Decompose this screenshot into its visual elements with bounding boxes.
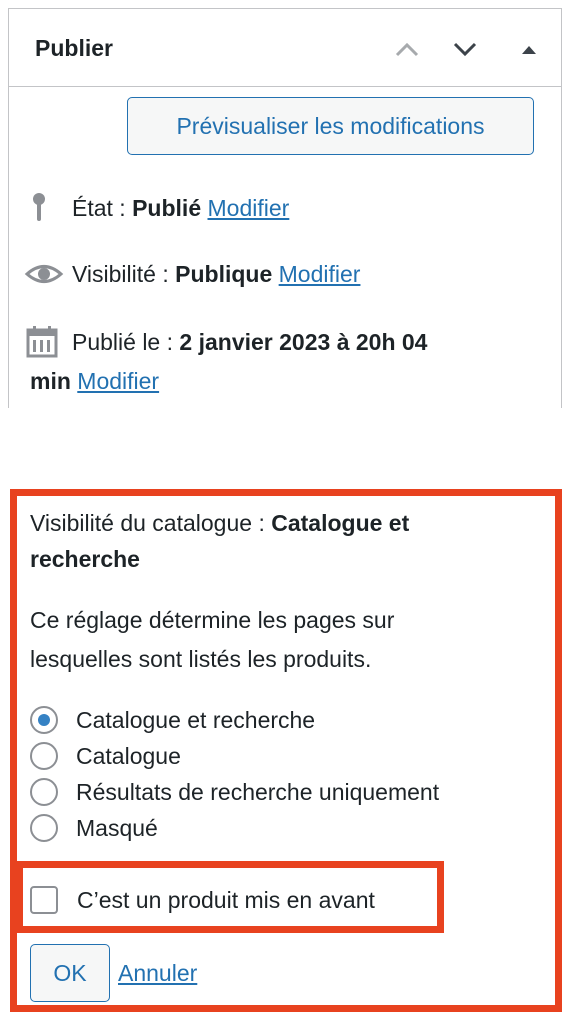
published-date: 2 janvier 2023 à 20h 04 xyxy=(179,329,428,355)
cancel-link[interactable]: Annuler xyxy=(118,954,197,992)
catalog-description-line1: Ce réglage détermine les pages sur xyxy=(30,607,395,633)
published-label: Publié le : xyxy=(72,329,180,355)
radio-option-catalog-search[interactable]: Catalogue et recherche xyxy=(30,703,315,737)
panel-header: Publier xyxy=(9,9,561,87)
catalog-visibility-value-cont: recherche xyxy=(30,546,140,572)
catalog-visibility-line1: Visibilité du catalogue : Catalogue et xyxy=(30,504,409,542)
radio-option-search-only[interactable]: Résultats de recherche uniquement xyxy=(30,775,439,809)
status-edit-link[interactable]: Modifier xyxy=(208,195,290,221)
radio-label: Catalogue et recherche xyxy=(76,706,316,733)
triangle-up-icon[interactable] xyxy=(511,31,547,67)
radio-label: Masqué xyxy=(76,814,158,841)
featured-checkbox[interactable] xyxy=(30,886,58,914)
radio-option-catalog[interactable]: Catalogue xyxy=(30,739,181,773)
preview-changes-button[interactable]: Prévisualiser les modifications xyxy=(127,97,534,155)
eye-icon xyxy=(24,255,64,304)
visibility-label: Visibilité : xyxy=(72,261,176,287)
radio-option-hidden[interactable]: Masqué xyxy=(30,811,158,845)
catalog-visibility-label: Visibilité du catalogue : xyxy=(30,510,272,536)
catalog-description-line2: lesquelles sont listés les produits. xyxy=(30,646,372,672)
radio-button[interactable] xyxy=(30,742,58,770)
ok-button[interactable]: OK xyxy=(30,944,110,1002)
pin-icon xyxy=(24,189,64,238)
catalog-visibility-line2: recherche xyxy=(30,540,140,578)
radio-button[interactable] xyxy=(30,814,58,842)
radio-button[interactable] xyxy=(30,778,58,806)
catalog-visibility-value: Catalogue et xyxy=(271,510,410,536)
published-edit-link[interactable]: Modifier xyxy=(77,368,159,394)
visibility-edit-link[interactable]: Modifier xyxy=(279,261,361,287)
status-label: État : xyxy=(72,195,133,221)
published-row-cont: min Modifier xyxy=(30,362,159,400)
status-value: Publié xyxy=(132,195,202,221)
radio-label: Résultats de recherche uniquement xyxy=(76,778,440,805)
chevron-down-icon[interactable] xyxy=(447,31,483,67)
visibility-value: Publique xyxy=(175,261,273,287)
radio-label: Catalogue xyxy=(76,742,181,769)
radio-button[interactable] xyxy=(30,706,58,734)
published-date-cont: min xyxy=(30,368,71,394)
featured-checkbox-label[interactable]: C’est un produit mis en avant xyxy=(77,881,375,919)
chevron-up-icon[interactable] xyxy=(389,31,425,67)
panel-title: Publier xyxy=(35,35,113,61)
